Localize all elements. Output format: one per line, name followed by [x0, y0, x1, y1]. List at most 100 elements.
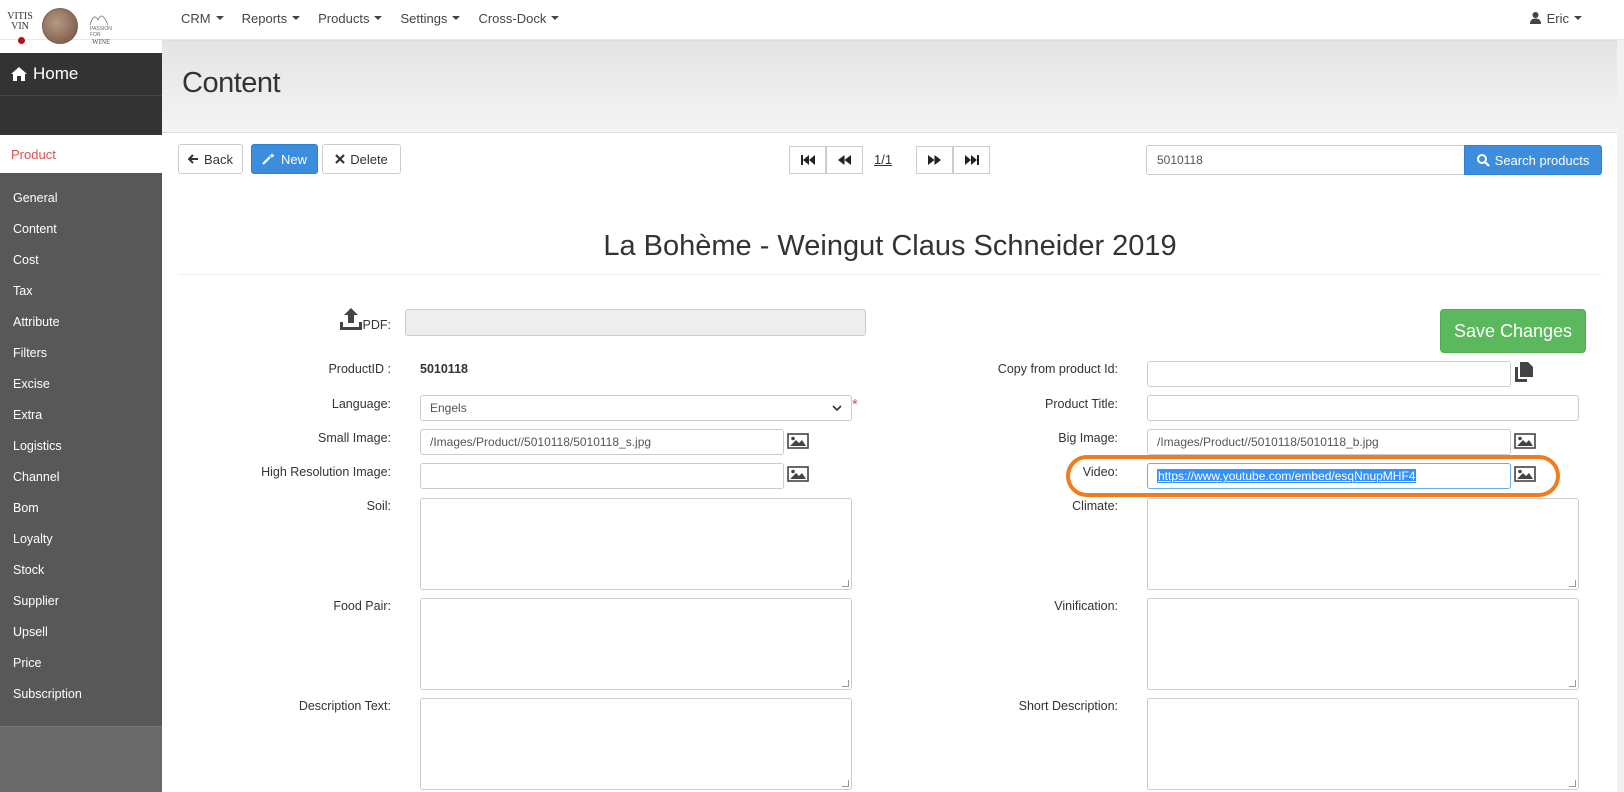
- description-text-label: Description Text:: [298, 699, 391, 713]
- caret-down-icon: [292, 16, 301, 20]
- last-page-button[interactable]: [953, 146, 990, 174]
- logo-dot: [18, 37, 25, 44]
- pdf-field[interactable]: [405, 309, 866, 336]
- logo-seal-icon: [42, 8, 78, 44]
- product-title-label: Product Title:: [1045, 397, 1118, 411]
- caret-down-icon: [1574, 16, 1582, 20]
- new-button[interactable]: New: [251, 144, 318, 174]
- image-icon[interactable]: [1514, 433, 1536, 449]
- magic-wand-icon: [262, 153, 275, 165]
- product-id-value: 5010118: [420, 362, 468, 376]
- delete-button[interactable]: Delete: [322, 144, 401, 174]
- sidebar-item-logistics[interactable]: Logistics: [0, 430, 162, 461]
- nav-cross-dock[interactable]: Cross-Dock: [469, 0, 568, 36]
- highlight-annotation: [1066, 455, 1560, 497]
- big-image-label: Big Image:: [1058, 431, 1118, 445]
- language-select[interactable]: Engels: [420, 395, 852, 421]
- main-nav: CRM Reports Products Settings Cross-Dock: [172, 0, 568, 36]
- sidebar-section-product[interactable]: Product: [0, 135, 162, 173]
- vinification-textarea[interactable]: [1147, 598, 1579, 690]
- nav-reports[interactable]: Reports: [233, 0, 310, 36]
- sidebar-item-supplier[interactable]: Supplier: [0, 585, 162, 616]
- short-description-textarea[interactable]: [1147, 698, 1579, 790]
- caret-down-icon: [374, 16, 383, 20]
- sidebar-item-price[interactable]: Price: [0, 647, 162, 678]
- sidebar-item-bom[interactable]: Bom: [0, 492, 162, 523]
- product-title: La Bohème - Weingut Claus Schneider 2019: [603, 230, 1177, 262]
- nav-products[interactable]: Products: [309, 0, 391, 36]
- copy-icon[interactable]: [1514, 361, 1534, 383]
- close-icon: [335, 154, 345, 164]
- sidebar-item-upsell[interactable]: Upsell: [0, 616, 162, 647]
- big-image-input[interactable]: /Images/Product//5010118/5010118_b.jpg: [1147, 429, 1511, 455]
- copy-from-product-id-label: Copy from product Id:: [997, 362, 1118, 376]
- climate-textarea[interactable]: [1147, 498, 1579, 590]
- sidebar-item-stock[interactable]: Stock: [0, 554, 162, 585]
- sidebar-item-content[interactable]: Content: [0, 213, 162, 244]
- fast-backward-icon: [800, 155, 815, 165]
- sidebar-item-general[interactable]: General: [0, 182, 162, 213]
- chevron-down-icon: [832, 404, 842, 411]
- sidebar-item-tax[interactable]: Tax: [0, 275, 162, 306]
- sidebar-menu: General Content Cost Tax Attribute Filte…: [0, 182, 162, 709]
- vinification-label: Vinification:: [1054, 599, 1118, 613]
- high-resolution-image-input[interactable]: [420, 463, 784, 489]
- page-title: Content: [182, 67, 281, 99]
- passion-for-wine-logo: PASSION FOR WINE: [88, 10, 114, 46]
- small-image-input[interactable]: /Images/Product//5010118/5010118_s.jpg: [420, 429, 784, 455]
- previous-page-button[interactable]: [826, 146, 863, 174]
- sidebar: Home Product General Content Cost Tax At…: [0, 53, 162, 792]
- save-changes-button[interactable]: Save Changes: [1440, 309, 1586, 353]
- user-name: Eric: [1546, 10, 1569, 26]
- sidebar-home[interactable]: Home: [0, 53, 162, 95]
- top-navbar: VITIS VIN PASSION FOR WINE CRM Reports Pr…: [0, 0, 1624, 46]
- backward-icon: [838, 155, 851, 165]
- content-header: Content: [162, 40, 1617, 133]
- sidebar-item-channel[interactable]: Channel: [0, 461, 162, 492]
- short-description-label: Short Description:: [1018, 699, 1118, 713]
- search-input[interactable]: [1146, 145, 1465, 175]
- image-icon[interactable]: [787, 466, 809, 482]
- user-menu[interactable]: Eric: [1529, 0, 1582, 36]
- image-icon[interactable]: [787, 433, 809, 449]
- climate-label: Climate:: [1072, 499, 1118, 513]
- sidebar-item-attribute[interactable]: Attribute: [0, 306, 162, 337]
- scrollbar[interactable]: [1617, 40, 1624, 792]
- product-id-label: ProductID :: [328, 362, 391, 376]
- page-indicator[interactable]: 1/1: [874, 152, 892, 167]
- nav-crm[interactable]: CRM: [172, 0, 233, 36]
- forward-icon: [928, 155, 941, 165]
- sidebar-item-excise[interactable]: Excise: [0, 368, 162, 399]
- first-page-button[interactable]: [789, 146, 826, 174]
- food-pair-textarea[interactable]: [420, 598, 852, 690]
- arrow-left-icon: [188, 154, 199, 164]
- home-label: Home: [33, 64, 79, 83]
- next-page-button[interactable]: [916, 146, 953, 174]
- nav-settings[interactable]: Settings: [391, 0, 469, 36]
- search-products-button[interactable]: Search products: [1464, 145, 1602, 175]
- product-title-input[interactable]: [1147, 395, 1579, 421]
- sidebar-footer: [0, 726, 162, 792]
- logo-text: VITIS VIN: [7, 11, 33, 32]
- high-resolution-image-label: High Resolution Image:: [261, 465, 391, 479]
- small-image-label: Small Image:: [318, 431, 391, 445]
- language-label: Language:: [331, 397, 391, 411]
- description-textarea[interactable]: [420, 698, 852, 790]
- search-icon: [1476, 153, 1490, 167]
- sidebar-item-loyalty[interactable]: Loyalty: [0, 523, 162, 554]
- sidebar-item-extra[interactable]: Extra: [0, 399, 162, 430]
- sidebar-item-cost[interactable]: Cost: [0, 244, 162, 275]
- fast-forward-icon: [964, 155, 979, 165]
- caret-down-icon: [215, 16, 224, 20]
- sidebar-item-filters[interactable]: Filters: [0, 337, 162, 368]
- soil-textarea[interactable]: [420, 498, 852, 590]
- brand-logo[interactable]: VITIS VIN PASSION FOR WINE: [6, 4, 112, 46]
- divider: [178, 274, 1602, 275]
- back-button[interactable]: Back: [178, 144, 243, 174]
- home-icon: [11, 67, 27, 81]
- sidebar-item-subscription[interactable]: Subscription: [0, 678, 162, 709]
- caret-down-icon: [452, 16, 461, 20]
- caret-down-icon: [551, 16, 560, 20]
- required-asterisk: *: [852, 396, 858, 413]
- copy-from-product-id-input[interactable]: [1147, 361, 1511, 387]
